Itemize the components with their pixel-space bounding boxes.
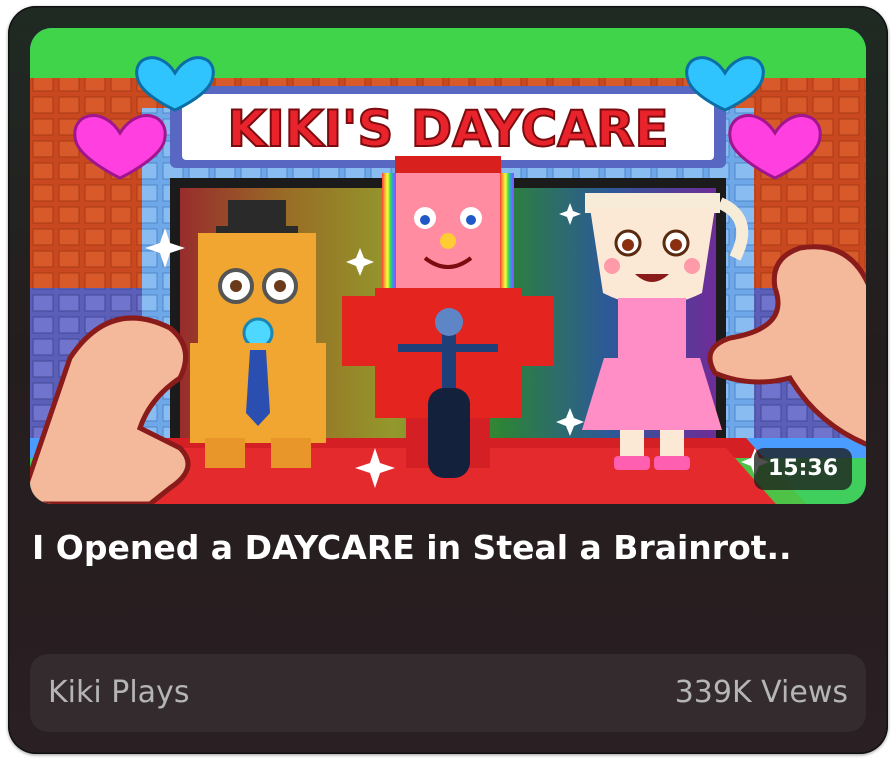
duration-badge: 15:36 bbox=[753, 448, 852, 490]
thumbnail-sign-text: KIKI'S DAYCARE bbox=[227, 100, 668, 158]
video-meta-bar: Kiki Plays 339K Views bbox=[30, 654, 866, 732]
video-thumbnail[interactable]: KIKI'S DAYCARE 15:36 bbox=[30, 28, 866, 504]
character-baby-figure bbox=[190, 200, 326, 468]
view-count: 339K Views bbox=[674, 675, 848, 710]
video-card[interactable]: KIKI'S DAYCARE 15:36 I Opened a DAYCARE … bbox=[8, 6, 888, 754]
thumbnail-artwork: KIKI'S DAYCARE bbox=[30, 28, 866, 504]
video-title[interactable]: I Opened a DAYCARE in Steal a Brainrot.. bbox=[32, 526, 862, 570]
channel-name[interactable]: Kiki Plays bbox=[48, 672, 189, 714]
